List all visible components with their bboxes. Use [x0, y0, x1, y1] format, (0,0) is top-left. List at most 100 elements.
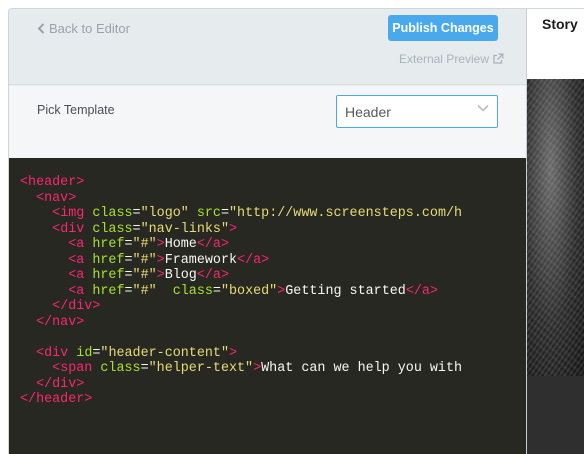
- code-line: <div class="nav-links">: [20, 222, 526, 238]
- code-string: "#": [132, 283, 157, 299]
- chevron-down-icon: [477, 104, 489, 112]
- code-attr: href: [92, 237, 125, 252]
- code-tag: <a: [68, 283, 85, 299]
- code-tag: >: [253, 361, 262, 376]
- code-line: </div>: [20, 377, 526, 393]
- code-tag: </a>: [405, 283, 438, 299]
- code-text: =: [140, 361, 149, 376]
- external-link-icon: [493, 53, 504, 64]
- preview-footer: [527, 376, 584, 454]
- code-tag: <header>: [20, 175, 85, 190]
- code-editor[interactable]: <header> <nav> <img class="logo" src="ht…: [9, 158, 526, 454]
- code-attr: href: [92, 268, 125, 283]
- code-tag: </nav>: [36, 314, 85, 330]
- code-text: =: [124, 268, 133, 283]
- code-text: =: [132, 221, 141, 237]
- code-string: "logo": [140, 206, 189, 221]
- code-string: "boxed": [220, 283, 278, 299]
- code-tag: <span: [52, 361, 93, 376]
- template-picker-row: Pick Template Header: [9, 86, 526, 158]
- editor-panel: Back to Editor Publish Changes External …: [9, 9, 526, 454]
- publish-changes-label: Publish Changes: [392, 21, 494, 35]
- external-preview-label: External Preview: [398, 52, 489, 66]
- back-to-editor-label: Back to Editor: [49, 21, 130, 36]
- code-text: Framework: [164, 252, 238, 268]
- code-tag: <a: [68, 252, 85, 268]
- code-text: =: [124, 252, 133, 268]
- code-string: "#": [132, 237, 157, 252]
- preview-title: Story: [542, 16, 578, 32]
- code-tag: </div>: [36, 376, 85, 392]
- code-attr: src: [196, 206, 221, 221]
- code-text: =: [220, 206, 230, 221]
- code-line: <div id="header-content">: [20, 346, 526, 362]
- code-attr: class: [172, 283, 213, 299]
- code-text: Home: [164, 237, 197, 252]
- code-tag: >: [229, 221, 238, 237]
- code-line: <img class="logo" src="http://www.screen…: [20, 206, 526, 222]
- code-line: <a href="#" class="boxed">Getting starte…: [20, 284, 526, 300]
- code-attr: href: [92, 252, 125, 268]
- code-string: "#": [132, 252, 157, 268]
- code-string: "nav-links": [140, 221, 229, 237]
- template-select[interactable]: Header: [336, 95, 498, 128]
- code-line: <nav>: [20, 191, 526, 207]
- code-tag: >: [156, 268, 165, 283]
- code-text: =: [132, 206, 141, 221]
- app-window: Back to Editor Publish Changes External …: [8, 8, 584, 454]
- code-tag: <nav>: [36, 190, 77, 206]
- code-attr: class: [100, 361, 141, 376]
- code-text: =: [212, 283, 221, 299]
- code-text: =: [124, 283, 133, 299]
- code-text: Getting started: [285, 283, 406, 299]
- editor-toolbar: Back to Editor Publish Changes External …: [9, 9, 526, 85]
- external-preview-link[interactable]: External Preview: [399, 52, 504, 66]
- publish-changes-button[interactable]: Publish Changes: [388, 15, 498, 41]
- back-to-editor-link[interactable]: Back to Editor: [37, 21, 130, 36]
- code-text: =: [124, 237, 133, 252]
- code-line: <a href="#">Home</a>: [20, 237, 526, 253]
- code-tag: <div: [36, 345, 69, 361]
- code-string: "header-content": [100, 345, 229, 361]
- chevron-left-icon: [37, 23, 45, 34]
- code-tag: <a: [68, 237, 85, 252]
- code-line: <header>: [20, 175, 526, 191]
- code-tag: <a: [68, 268, 85, 283]
- code-tag: </div>: [52, 299, 101, 314]
- code-line: <a href="#">Framework</a>: [20, 253, 526, 269]
- pick-template-label: Pick Template: [37, 103, 115, 117]
- code-line: </div>: [20, 299, 526, 315]
- code-text: Blog: [164, 268, 197, 283]
- code-tag: </a>: [196, 268, 230, 283]
- code-line: <a href="#">Blog</a>: [20, 268, 526, 284]
- code-tag: >: [156, 252, 165, 268]
- code-tag: </a>: [237, 252, 270, 268]
- code-line: <span class="helper-text">What can we he…: [20, 361, 526, 377]
- code-attr: class: [92, 221, 133, 237]
- preview-panel: Story: [526, 9, 584, 454]
- code-tag: >: [156, 237, 165, 252]
- template-select-value: Header: [345, 104, 391, 120]
- code-string: "#": [132, 268, 157, 283]
- code-attr: id: [76, 345, 93, 361]
- code-string: "http://www.screensteps.com/h: [229, 206, 463, 221]
- code-tag: </header>: [20, 392, 93, 407]
- code-tag: >: [228, 345, 238, 361]
- code-string: "helper-text": [148, 361, 254, 376]
- code-tag: <img: [52, 206, 85, 221]
